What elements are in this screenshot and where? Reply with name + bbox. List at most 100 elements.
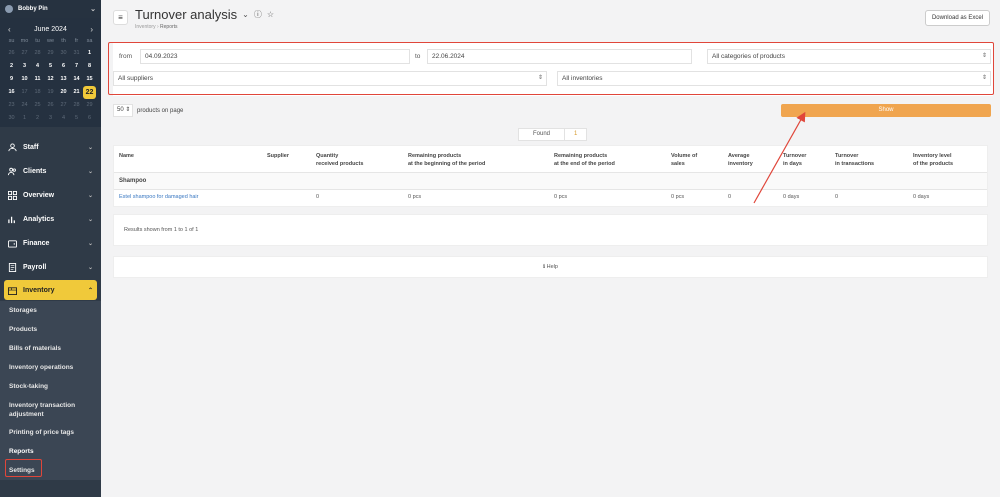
nav-label: Overview [23, 191, 55, 199]
next-month-button[interactable]: › [90, 25, 93, 34]
calendar-day[interactable]: 3 [44, 112, 57, 125]
sub-label: Inventory transaction [9, 401, 76, 409]
calendar-day[interactable]: 27 [18, 47, 31, 60]
sub-item-adjustment[interactable]: Inventory transaction adjustment [0, 396, 101, 423]
nav-item-inventory[interactable]: Inventory ⌃ [4, 280, 97, 300]
sub-item-pricetags[interactable]: Printing of price tags [0, 423, 101, 442]
grid-icon [8, 190, 17, 200]
nav-label: Clients [23, 167, 47, 175]
calendar-day[interactable]: 6 [57, 60, 70, 73]
chevron-down-icon: ⌄ [87, 192, 93, 199]
calendar-day[interactable]: 28 [31, 47, 44, 60]
sub-item-products[interactable]: Products [0, 320, 101, 339]
calendar-day[interactable]: 16 [5, 86, 18, 99]
calendar-day[interactable]: 18 [31, 86, 44, 99]
calendar-day[interactable]: 5 [44, 60, 57, 73]
chevron-down-icon: ⌄ [87, 216, 93, 223]
calendar-day[interactable]: 4 [57, 112, 70, 125]
sub-item-bills[interactable]: Bills of materials [0, 339, 101, 358]
weekday-label: mo [20, 38, 29, 44]
chart-icon [8, 215, 17, 224]
nav-label: Staff [23, 143, 39, 151]
sub-item-operations[interactable]: Inventory operations [0, 358, 101, 377]
calendar-day[interactable]: 23 [5, 99, 18, 112]
nav-item-payroll[interactable]: Payroll ⌄ [0, 255, 101, 279]
calendar-day[interactable]: 19 [44, 86, 57, 99]
calendar-day[interactable]: 25 [31, 99, 44, 112]
calendar-day[interactable]: 31 [70, 47, 83, 60]
nav-item-staff[interactable]: Staff ⌄ [0, 135, 101, 159]
document-icon [8, 262, 17, 272]
user-menu[interactable]: Bobby Pin ⌄ [0, 0, 101, 18]
sub-item-stocktaking[interactable]: Stock-taking [0, 377, 101, 396]
calendar-day[interactable]: 7 [70, 60, 83, 73]
nav-item-overview[interactable]: Overview ⌄ [0, 183, 101, 207]
chevron-up-icon: ⌃ [87, 287, 93, 294]
nav-label: Inventory [23, 286, 55, 294]
calendar-day[interactable]: 2 [5, 60, 18, 73]
calendar-day[interactable]: 29 [83, 99, 96, 112]
calendar-day[interactable]: 3 [18, 60, 31, 73]
main-area: ≡ Turnover analysis ⌄ ⓘ ☆ Inventory › Re… [101, 0, 1000, 497]
calendar-day[interactable]: 13 [57, 73, 70, 86]
main-nav: Staff ⌄ Clients ⌄ Overview ⌄ Analytics ⌄… [0, 135, 101, 480]
calendar-day[interactable]: 9 [5, 73, 18, 86]
calendar-day[interactable]: 10 [18, 73, 31, 86]
weekday-label: su [8, 38, 15, 44]
reports-highlight [5, 459, 42, 477]
calendar-day[interactable]: 1 [83, 47, 96, 60]
sub-label: adjustment [9, 410, 44, 418]
calendar-day[interactable]: 30 [5, 112, 18, 125]
clients-icon [8, 167, 17, 176]
calendar-day[interactable]: 14 [70, 73, 83, 86]
nav-label: Finance [23, 239, 50, 247]
sidebar: Bobby Pin ⌄ ‹ June 2024 › su mo tu we th fr sa… [0, 0, 101, 497]
calendar-day[interactable]: 30 [57, 47, 70, 60]
nav-label: Payroll [23, 263, 47, 271]
calendar-day[interactable]: 21 [70, 86, 83, 99]
weekday-label: th [61, 38, 66, 44]
calendar-day[interactable]: 26 [5, 47, 18, 60]
prev-month-button[interactable]: ‹ [8, 25, 11, 34]
user-name: Bobby Pin [18, 6, 48, 12]
calendar-day-today[interactable]: 22 [83, 86, 96, 99]
calendar-day[interactable]: 24 [18, 99, 31, 112]
weekday-label: sa [86, 38, 93, 44]
calendar-day[interactable]: 11 [31, 73, 44, 86]
calendar-day[interactable]: 15 [83, 73, 96, 86]
annotation-arrow [753, 111, 806, 204]
calendar-day[interactable]: 2 [31, 112, 44, 125]
weekday-label: fr [74, 38, 79, 44]
calendar-day[interactable]: 4 [31, 60, 44, 73]
calendar-day[interactable]: 5 [70, 112, 83, 125]
chevron-down-icon: ⌄ [90, 6, 96, 13]
calendar-month-label: June 2024 [34, 25, 67, 33]
box-icon [8, 286, 17, 295]
calendar-day[interactable]: 29 [44, 47, 57, 60]
chevron-down-icon: ⌄ [87, 144, 93, 151]
nav-item-finance[interactable]: Finance ⌄ [0, 231, 101, 255]
staff-icon [8, 142, 17, 152]
calendar-day[interactable]: 26 [44, 99, 57, 112]
inventory-submenu: Storages Products Bills of materials Inv… [0, 301, 101, 480]
calendar-day[interactable]: 12 [44, 73, 57, 86]
calendar-day[interactable]: 20 [57, 86, 70, 99]
weekday-label: we [46, 38, 55, 44]
weekday-label: tu [35, 38, 40, 44]
calendar-day[interactable]: 17 [18, 86, 31, 99]
chevron-down-icon: ⌄ [87, 264, 93, 271]
sub-item-storages[interactable]: Storages [0, 301, 101, 320]
calendar-day[interactable]: 1 [18, 112, 31, 125]
nav-label: Analytics [23, 215, 55, 223]
calendar-day[interactable]: 28 [70, 99, 83, 112]
nav-item-clients[interactable]: Clients ⌄ [0, 159, 101, 183]
chevron-down-icon: ⌄ [87, 168, 93, 175]
calendar-day[interactable]: 27 [57, 99, 70, 112]
mini-calendar: ‹ June 2024 › su mo tu we th fr sa 26 27 28 29 30 31… [0, 18, 101, 127]
chevron-down-icon: ⌄ [87, 240, 93, 247]
nav-item-analytics[interactable]: Analytics ⌄ [0, 207, 101, 231]
calendar-day[interactable]: 8 [83, 60, 96, 73]
calendar-grid: su mo tu we th fr sa 26 27 28 29 30 31 1 2 3 4 5 6 7 8 9 10 11 1… [2, 36, 99, 125]
calendar-day[interactable]: 6 [83, 112, 96, 125]
wallet-icon [8, 239, 17, 248]
